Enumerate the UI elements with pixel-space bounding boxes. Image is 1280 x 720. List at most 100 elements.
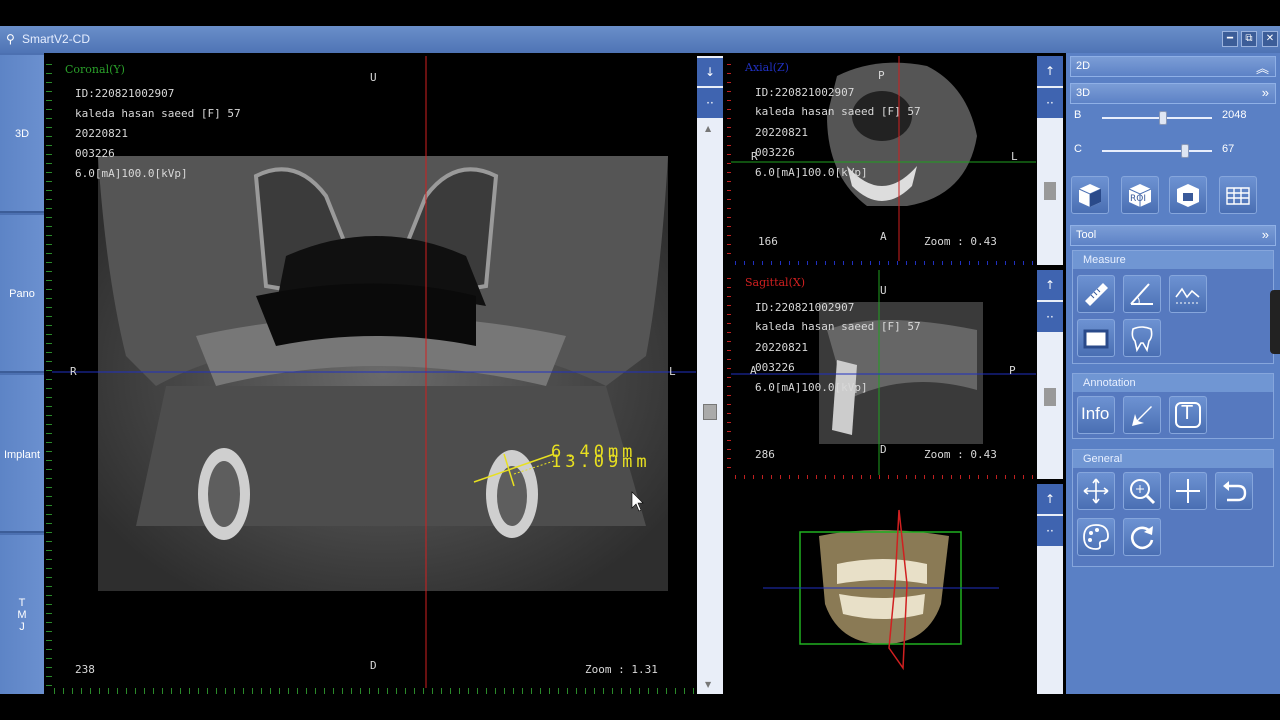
coronal-scroll-down[interactable]: ▼ bbox=[705, 680, 711, 689]
pan-tool[interactable] bbox=[1077, 472, 1115, 510]
tool-section-header[interactable]: Tool » bbox=[1070, 225, 1276, 246]
volume-3d-view[interactable] bbox=[727, 484, 1036, 694]
general-group-title: General bbox=[1073, 450, 1273, 468]
tooth-tool[interactable] bbox=[1123, 319, 1161, 357]
coronal-right-orient: L bbox=[669, 365, 676, 378]
app-tooth-icon: ⚲ bbox=[6, 32, 15, 46]
volume-3d-strip: ↑ ·· bbox=[1037, 484, 1063, 694]
coronal-bottom-orient: D bbox=[370, 659, 377, 672]
axial-exposure: 6.0[mA]100.0[kVp] bbox=[755, 166, 868, 179]
undo-icon bbox=[1223, 481, 1247, 502]
measure-group: Measure bbox=[1072, 250, 1274, 364]
sagittal-exposure: 6.0[mA]100.0[kVp] bbox=[755, 381, 868, 394]
side-drawer-handle[interactable] bbox=[1270, 290, 1280, 354]
palette-tool[interactable] bbox=[1077, 518, 1115, 556]
sagittal-up-button[interactable]: ↑ bbox=[1037, 270, 1063, 300]
coronal-title: Coronal(Y) bbox=[65, 63, 125, 76]
roi-button[interactable]: ROI bbox=[1121, 176, 1159, 214]
axial-more-button[interactable]: ·· bbox=[1037, 88, 1063, 118]
axial-slice-number: 166 bbox=[758, 235, 778, 248]
axial-patient-id: ID:220821002907 bbox=[755, 86, 855, 99]
volume-render-button[interactable] bbox=[1071, 176, 1109, 214]
grid-icon bbox=[1226, 187, 1250, 205]
rotate-tool[interactable] bbox=[1123, 518, 1161, 556]
axial-horizontal-ruler bbox=[727, 261, 1036, 265]
arrow-icon bbox=[1132, 406, 1152, 426]
close-button[interactable]: ✕ bbox=[1262, 31, 1278, 47]
expand-right-icon[interactable]: » bbox=[1262, 85, 1269, 100]
coronal-down-button[interactable]: ↓ bbox=[697, 58, 723, 86]
section-3d-label: 3D bbox=[1076, 87, 1091, 99]
ruler-icon bbox=[1085, 283, 1108, 306]
grid-button[interactable] bbox=[1219, 176, 1257, 214]
ruler-tool[interactable] bbox=[1077, 275, 1115, 313]
profile-tool[interactable] bbox=[1169, 275, 1207, 313]
coronal-vertical-ruler bbox=[46, 56, 52, 694]
palette-icon bbox=[1083, 524, 1109, 550]
nav-tmj-button[interactable]: T M J bbox=[0, 535, 44, 694]
patient-id: ID:220821002907 bbox=[75, 87, 175, 100]
contrast-slider[interactable] bbox=[1102, 150, 1212, 152]
brightness-slider[interactable] bbox=[1102, 117, 1212, 119]
sagittal-right-orient: P bbox=[1009, 364, 1016, 377]
nav-3d-label: 3D bbox=[14, 128, 30, 140]
sagittal-horizontal-ruler bbox=[727, 475, 1036, 479]
sagittal-vertical-ruler bbox=[727, 270, 731, 479]
tool-section-label: Tool bbox=[1076, 229, 1097, 241]
axial-study-number: 003226 bbox=[755, 146, 795, 159]
tool-expand-icon[interactable]: » bbox=[1262, 227, 1269, 242]
section-3d-header[interactable]: 3D » bbox=[1070, 83, 1276, 104]
restore-button[interactable]: ⧉ bbox=[1241, 31, 1257, 47]
collapse-up-icon[interactable]: ︽ bbox=[1256, 58, 1269, 77]
sagittal-slice-number: 286 bbox=[755, 448, 775, 461]
rotate-icon bbox=[1131, 526, 1154, 550]
rectangle-tool[interactable] bbox=[1077, 319, 1115, 357]
coronal-ct-image bbox=[46, 56, 696, 694]
volume-3d-more-button[interactable]: ·· bbox=[1037, 516, 1063, 546]
axial-title: Axial(Z) bbox=[745, 61, 789, 74]
undo-tool[interactable] bbox=[1215, 472, 1253, 510]
clip-icon bbox=[1177, 184, 1199, 207]
coronal-more-button[interactable]: ·· bbox=[697, 88, 723, 118]
measure-group-title: Measure bbox=[1073, 251, 1273, 269]
axial-scroll-thumb[interactable] bbox=[1044, 182, 1056, 200]
axial-view[interactable]: Axial(Z) ID:220821002907 kaleda hasan sa… bbox=[727, 56, 1036, 265]
nav-implant-button[interactable]: Implant bbox=[0, 375, 44, 533]
pan-icon bbox=[1083, 478, 1109, 504]
nav-pano-label: Pano bbox=[9, 288, 35, 300]
exposure-params: 6.0[mA]100.0[kVp] bbox=[75, 167, 188, 180]
brightness-thumb[interactable] bbox=[1158, 111, 1167, 125]
sagittal-study-date: 20220821 bbox=[755, 341, 808, 354]
coronal-slice-number: 238 bbox=[75, 663, 95, 676]
angle-tool[interactable] bbox=[1123, 275, 1161, 313]
roi-text: ROI bbox=[1130, 194, 1146, 204]
coronal-top-orient: U bbox=[370, 71, 377, 84]
contrast-thumb[interactable] bbox=[1180, 144, 1189, 158]
minimize-button[interactable]: ━ bbox=[1222, 31, 1238, 47]
axial-study-date: 20220821 bbox=[755, 126, 808, 139]
axial-right-orient: L bbox=[1011, 150, 1018, 163]
nav-pano-button[interactable]: Pano bbox=[0, 215, 44, 373]
coronal-scroll-strip: ↓ ·· ▲ ▼ bbox=[697, 56, 723, 694]
sagittal-view[interactable]: Sagittal(X) ID:220821002907 kaleda hasan… bbox=[727, 270, 1036, 479]
axial-patient-name: kaleda hasan saeed [F] 57 bbox=[755, 105, 921, 118]
info-tool[interactable]: Info bbox=[1077, 396, 1115, 434]
nav-tmj-label: T M J bbox=[17, 597, 27, 633]
text-annotation-tool[interactable]: T bbox=[1169, 396, 1207, 434]
rectangle-icon bbox=[1083, 329, 1109, 349]
coronal-scroll-up[interactable]: ▲ bbox=[705, 124, 711, 133]
section-2d-header[interactable]: 2D ︽ bbox=[1070, 56, 1276, 77]
coronal-view[interactable]: Coronal(Y) ID:220821002907 kaleda hasan … bbox=[46, 56, 696, 694]
sagittal-top-orient: U bbox=[880, 284, 887, 297]
nav-3d-button[interactable]: 3D bbox=[0, 55, 44, 213]
sagittal-more-button[interactable]: ·· bbox=[1037, 302, 1063, 332]
clip-volume-button[interactable] bbox=[1169, 176, 1207, 214]
coronal-zoom: Zoom : 1.31 bbox=[585, 663, 658, 676]
crosshair-tool[interactable] bbox=[1169, 472, 1207, 510]
axial-up-button[interactable]: ↑ bbox=[1037, 56, 1063, 86]
zoom-tool[interactable] bbox=[1123, 472, 1161, 510]
arrow-annotation-tool[interactable] bbox=[1123, 396, 1161, 434]
sagittal-scroll-thumb[interactable] bbox=[1044, 388, 1056, 406]
volume-3d-up-button[interactable]: ↑ bbox=[1037, 484, 1063, 514]
coronal-scroll-thumb[interactable] bbox=[703, 404, 717, 420]
